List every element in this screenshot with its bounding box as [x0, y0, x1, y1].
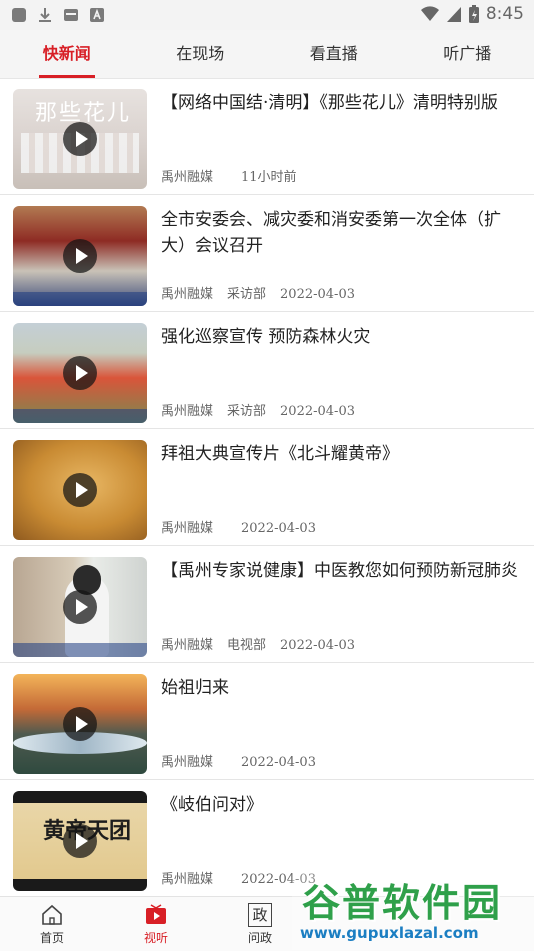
news-source: 禹州融媒	[161, 872, 213, 887]
play-icon[interactable]	[63, 239, 97, 273]
news-time: 2022-04-03	[241, 755, 316, 770]
thumbnail-caption-bar	[13, 409, 147, 423]
news-source: 禹州融媒	[161, 170, 213, 185]
media-icon	[62, 6, 80, 24]
nav-home[interactable]: 首页	[0, 897, 104, 951]
text-a-icon	[88, 6, 106, 24]
video-thumbnail[interactable]	[13, 674, 147, 774]
news-meta: 禹州融媒电视部 2022-04-03	[161, 634, 369, 653]
news-title[interactable]: 全市安委会、减灾委和消安委第一次全体（扩大）会议召开	[161, 207, 521, 259]
status-time: 8:45	[486, 4, 524, 24]
news-time: 2022-04-03	[280, 404, 355, 419]
list-item[interactable]: 拜祖大典宣传片《北斗耀黄帝》 禹州融媒 2022-04-03	[0, 429, 534, 546]
news-title[interactable]: 始祖归来	[161, 675, 521, 701]
video-thumbnail[interactable]: 那些花儿	[13, 89, 147, 189]
top-tabs: 快新闻 在现场 看直播 听广播	[0, 30, 534, 79]
download-icon	[36, 6, 54, 24]
news-meta: 禹州融媒 2022-04-03	[161, 517, 330, 536]
news-source: 禹州融媒	[161, 638, 213, 653]
video-play-icon	[144, 903, 168, 927]
news-source: 禹州融媒	[161, 404, 213, 419]
zheng-icon: 政	[248, 903, 272, 927]
news-time: 2022-04-03	[241, 521, 316, 536]
news-source: 禹州融媒	[161, 755, 213, 770]
list-item[interactable]: 强化巡察宣传 预防森林火灾 禹州融媒采访部 2022-04-03	[0, 312, 534, 429]
watermark-title: 谷普软件园	[302, 872, 502, 927]
home-icon	[40, 903, 64, 927]
watermark-url: www.gupuxlazal.com	[300, 924, 479, 942]
play-icon[interactable]	[63, 122, 97, 156]
news-title[interactable]: 强化巡察宣传 预防森林火灾	[161, 324, 521, 350]
watermark: 谷普软件园 www.gupuxlazal.com	[292, 866, 534, 950]
video-thumbnail[interactable]	[13, 206, 147, 306]
tab-kan-zhibo[interactable]: 看直播	[267, 30, 401, 78]
thumbnail-caption-bar	[13, 292, 147, 306]
status-bar: 8:45	[0, 0, 534, 30]
news-title[interactable]: 拜祖大典宣传片《北斗耀黄帝》	[161, 441, 521, 467]
news-meta: 禹州融媒采访部 2022-04-03	[161, 283, 369, 302]
news-title[interactable]: 【禹州专家说健康】中医教您如何预防新冠肺炎	[161, 558, 521, 584]
video-thumbnail[interactable]: 黄帝天团	[13, 791, 147, 891]
news-meta: 禹州融媒 11小时前	[161, 166, 311, 185]
news-list: 那些花儿 【网络中国结·清明】《那些花儿》清明特别版 禹州融媒 11小时前 全市安…	[0, 78, 534, 896]
tab-ting-guangbo[interactable]: 听广播	[401, 30, 534, 78]
list-item[interactable]: 始祖归来 禹州融媒 2022-04-03	[0, 663, 534, 780]
nav-video-label: 视听	[104, 929, 208, 946]
news-time: 11小时前	[241, 170, 297, 185]
list-item[interactable]: 那些花儿 【网络中国结·清明】《那些花儿》清明特别版 禹州融媒 11小时前	[0, 78, 534, 195]
tab-kuai-xinwen[interactable]: 快新闻	[0, 30, 134, 78]
news-time: 2022-04-03	[280, 287, 355, 302]
nav-home-label: 首页	[0, 929, 104, 946]
wifi-icon	[420, 5, 440, 23]
video-thumbnail[interactable]	[13, 440, 147, 540]
battery-icon	[468, 4, 480, 24]
signal-icon	[446, 5, 462, 23]
play-icon[interactable]	[63, 590, 97, 624]
news-source: 禹州融媒	[161, 521, 213, 536]
news-meta: 禹州融媒采访部 2022-04-03	[161, 400, 369, 419]
nav-video[interactable]: 视听	[104, 897, 208, 951]
list-item[interactable]: 【禹州专家说健康】中医教您如何预防新冠肺炎 禹州融媒电视部 2022-04-03	[0, 546, 534, 663]
news-dept: 采访部	[227, 404, 266, 419]
news-dept: 采访部	[227, 287, 266, 302]
play-icon[interactable]	[63, 707, 97, 741]
list-item[interactable]: 全市安委会、减灾委和消安委第一次全体（扩大）会议召开 禹州融媒采访部 2022-0…	[0, 195, 534, 312]
play-icon[interactable]	[63, 824, 97, 858]
video-thumbnail[interactable]	[13, 323, 147, 423]
video-thumbnail[interactable]	[13, 557, 147, 657]
news-title[interactable]: 【网络中国结·清明】《那些花儿》清明特别版	[161, 90, 521, 116]
news-source: 禹州融媒	[161, 287, 213, 302]
thumbnail-caption-bar	[13, 643, 147, 657]
news-meta: 禹州融媒 2022-04-03	[161, 751, 330, 770]
news-dept: 电视部	[227, 638, 266, 653]
play-icon[interactable]	[63, 356, 97, 390]
news-time: 2022-04-03	[280, 638, 355, 653]
tab-zai-xianchang[interactable]: 在现场	[134, 30, 268, 78]
play-icon[interactable]	[63, 473, 97, 507]
news-title[interactable]: 《岐伯问对》	[161, 792, 521, 818]
app-square-icon	[10, 6, 28, 24]
